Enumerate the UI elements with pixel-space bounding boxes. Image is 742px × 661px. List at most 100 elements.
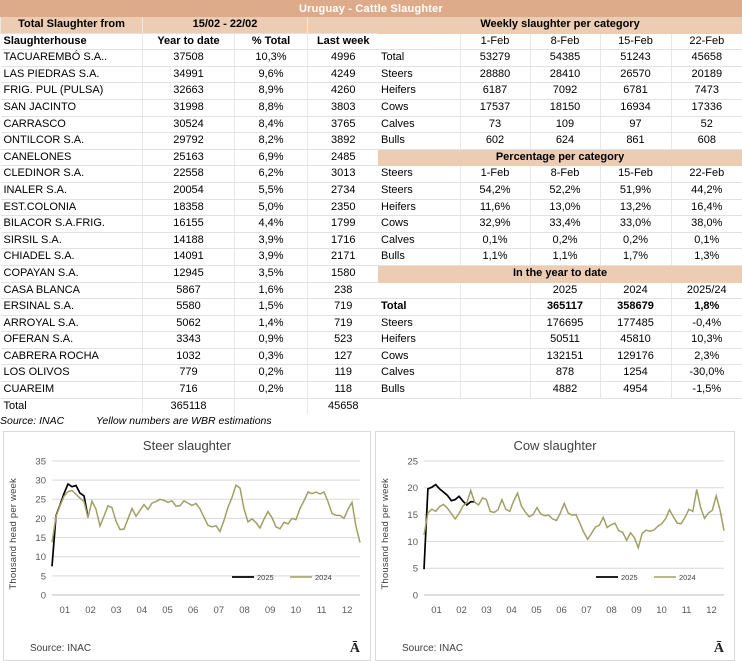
slaughterhouse-last: 238 [307,282,379,300]
y-tick-label: 35 [35,457,46,468]
table-row: FRIG. PUL (PULSA) 32663 8,9% 4260 [0,82,379,100]
weekly-value: 53279 [459,49,530,67]
ytd-header-ratio: 2025/24 [670,282,742,300]
slaughterhouse-name: EST.COLONIA [0,199,143,217]
slaughterhouse-name: ONTILCOR S.A. [0,132,143,150]
slaughterhouse-ytd: 37508 [142,49,235,67]
slaughterhouse-ytd: 29792 [142,132,235,150]
slaughterhouse-ytd: 5867 [142,282,235,300]
weekly-label: Heifers [378,82,460,100]
table-row: Calves 878 1254 -30,0% [378,364,742,383]
ytd-label: Bulls [378,381,460,399]
slaughterhouse-last: 4260 [307,82,379,100]
weekly-header-blank [378,33,460,51]
category-tables: Weekly slaughter per category 1-Feb 8-Fe… [378,17,742,399]
ytd-value: 358679 [599,298,671,316]
steer-chart-source: Source: INAC [30,643,92,655]
slaughterhouse-name: BILACOR S.A.FRIG. [0,215,143,233]
ytd-spacer-cell [459,364,530,383]
slaughterhouse-last: 3765 [307,116,379,134]
slaughterhouse-ytd: 1032 [142,348,235,366]
table-row: Cows 32,9% 33,4% 33,0% 38,0% [378,215,742,233]
slaughterhouse-pct: 0,3% [234,348,308,366]
slaughterhouse-last: 127 [307,348,379,366]
legend-label-2025: 2025 [621,573,638,582]
ytd-section: In the year to date 2025 2024 2025/24 [378,265,742,300]
y-tick-label: 5 [41,572,46,583]
slaughterhouse-name: CARRASCO [0,116,143,134]
x-tick-label: 06 [188,605,199,616]
slaughterhouse-pct: 3,5% [234,265,308,283]
slaughterhouse-ytd: 14091 [142,248,235,266]
ytd-header-2025: 2025 [529,282,600,300]
weekly-date-2: 8-Feb [529,33,600,51]
table-row: Heifers 11,6% 13,0% 13,2% 16,4% [378,199,742,217]
percentage-label: Cows [378,215,460,233]
weekly-value: 6187 [459,82,530,100]
slaughterhouse-name: FRIG. PUL (PULSA) [0,82,143,100]
page-title: Uruguay - Cattle Slaughter [299,2,443,15]
y-tick-label: 20 [407,483,418,494]
table-row: ONTILCOR S.A. 29792 8,2% 3892 [0,132,379,150]
slaughterhouse-last: 1716 [307,232,379,250]
weekly-value: 7473 [670,82,742,100]
table-row: Bulls 4882 4954 -1,5% [378,381,742,399]
weekly-value: 109 [529,116,600,134]
source-label: Source: INAC [0,415,65,428]
table-row: Cows 17537 18150 16934 17336 [378,99,742,117]
weekly-value: 6781 [599,82,671,100]
ytd-value: -30,0% [670,364,742,383]
cow-chart-source: Source: INAC [402,643,464,655]
slaughterhouse-ytd: 12945 [142,265,235,283]
ytd-header-row: 2025 2024 2025/24 [378,282,742,300]
cow-chart-plot: 051015202501 02 03 04 05 06 07 08 09 10 11 122025 20… [407,457,725,616]
ytd-value: 365117 [529,298,600,316]
slaughterhouse-name: LAS PIEDRAS S.A. [0,66,143,84]
ytd-header-2024: 2024 [599,282,671,300]
ytd-value: 1254 [599,364,671,383]
weekly-value: 16934 [599,99,671,117]
table-header-row: Slaughterhouse Year to date % Total Last… [0,33,379,51]
weekly-slaughter-section: Weekly slaughter per category 1-Feb 8-Fe… [378,17,742,51]
percentage-value: 0,2% [599,232,671,250]
slaughterhouse-pct: 8,4% [234,116,308,134]
table-row: Total 365117 358679 1,8% [378,298,742,316]
steer-chart-title: Steer slaughter [142,438,232,454]
ytd-label: Calves [378,364,460,383]
weekly-section-title: Weekly slaughter per category [378,17,742,34]
ytd-value: 45810 [599,331,671,349]
table-row: EST.COLONIA 18358 5,0% 2350 [0,199,379,217]
estimation-note: Yellow numbers are WBR estimations [96,415,272,428]
y-tick-label: 25 [407,457,418,468]
cow-chart-logo: Ā [713,641,724,657]
slaughterhouse-last: 523 [307,331,379,349]
percentage-value: 11,6% [459,199,530,217]
slaughterhouse-ytd: 779 [142,364,235,383]
percentage-value: 32,9% [459,215,530,233]
slaughterhouse-last: 3013 [307,165,379,183]
ytd-value: 4882 [529,381,600,399]
legend-label-2024: 2024 [679,573,696,582]
x-tick-label: 12 [706,605,717,616]
slaughterhouse-rows: TACUAREMBÓ S.A.. 37508 10,3% 4996 LAS PIEDRA… [0,49,379,399]
ytd-label: Steers [378,315,460,333]
slaughterhouse-name: SAN JACINTO [0,99,143,117]
slaughterhouse-pct: 0,9% [234,331,308,349]
x-tick-label: 11 [682,605,692,616]
weekly-value: 28880 [459,66,530,84]
y-tick-label: 0 [41,591,46,602]
ytd-spacer-cell [459,298,530,316]
weekly-value: 28410 [529,66,600,84]
x-tick-label: 02 [456,605,467,616]
x-tick-label: 01 [60,605,71,616]
percentage-header-label: Steers [378,165,460,183]
slaughterhouse-name: CHIADEL S.A. [0,248,143,266]
slaughterhouse-last: 1799 [307,215,379,233]
percentage-label: Heifers [378,199,460,217]
weekly-rows: Total 53279 54385 51243 45658 Steers 28880 2841… [378,49,742,150]
table-caption-row: Total Slaughter from 15/02 - 22/02 [0,17,379,34]
x-tick-label: 03 [111,605,122,616]
weekly-label: Bulls [378,132,460,150]
percentage-value: 1,1% [529,248,600,266]
table-row: OFERAN S.A. 3343 0,9% 523 [0,331,379,349]
